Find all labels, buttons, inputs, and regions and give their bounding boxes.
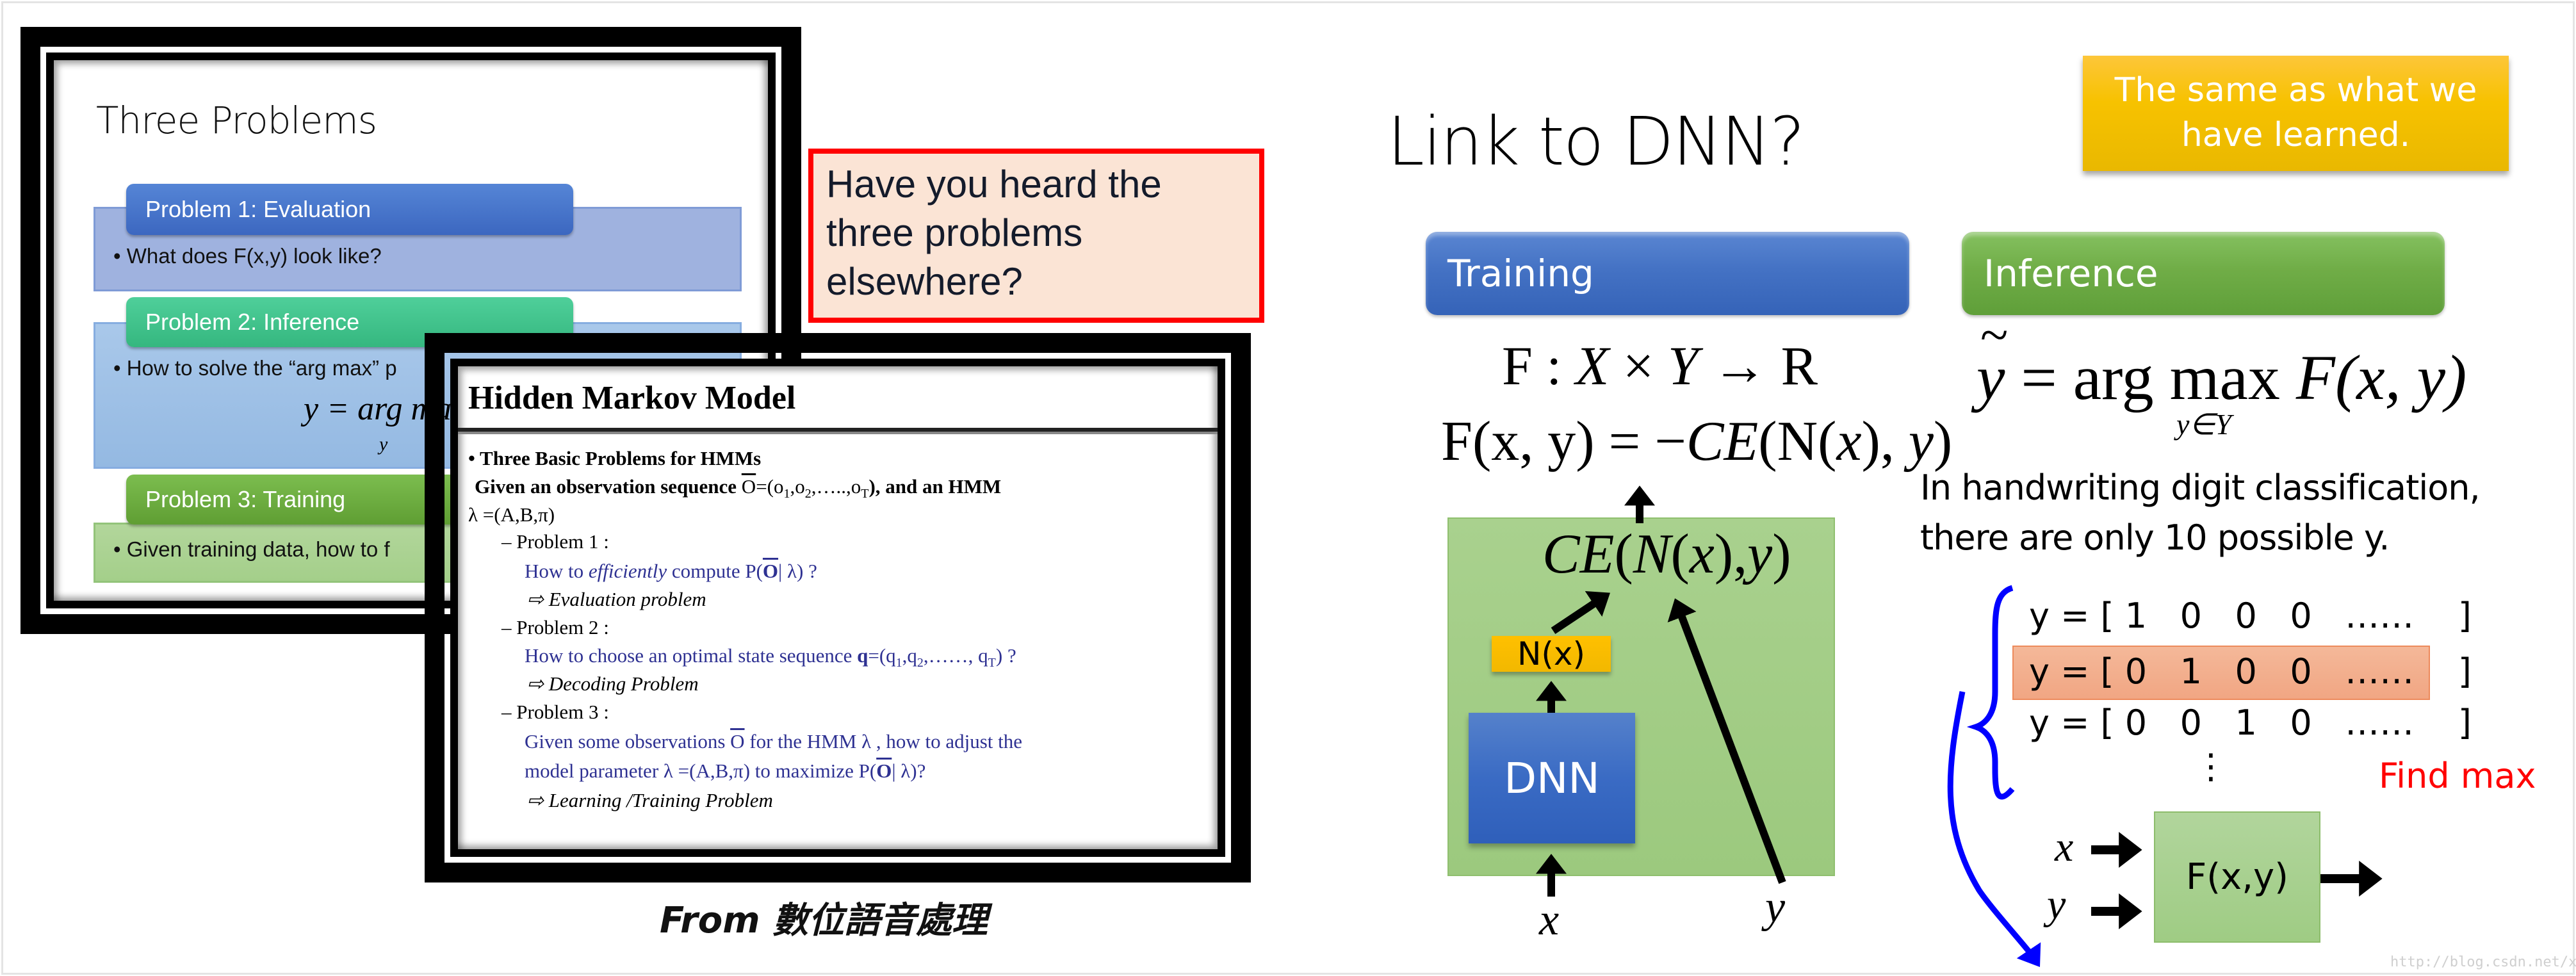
blue-curved-arrow [1947,691,2041,967]
arrow-nx-to-ce [1551,591,1610,634]
diagram-arrows [1536,485,2383,967]
brace [1966,585,2015,800]
arrow-y-to-ce [1667,598,1786,884]
